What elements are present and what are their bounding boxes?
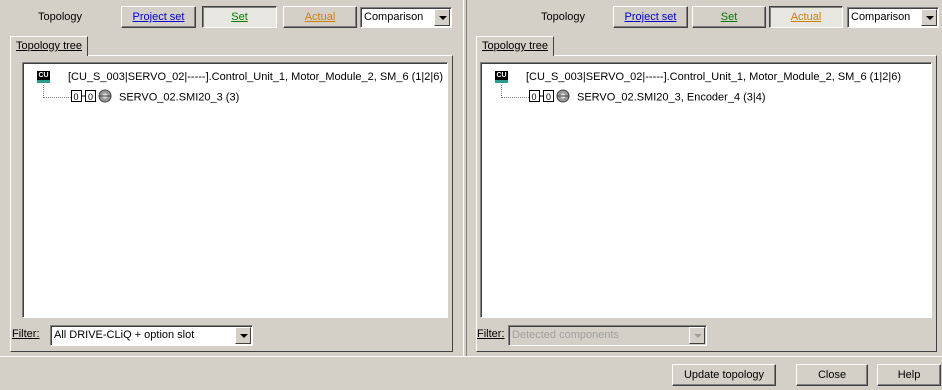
chevron-down-icon[interactable] xyxy=(689,327,705,344)
actual-button[interactable]: Actual xyxy=(769,6,843,28)
filter-value: Detected components xyxy=(512,329,620,341)
tree-node-child[interactable]: 0 0 SERVO_02.SMI20_3, Encoder_4 (3|4) xyxy=(529,89,766,105)
filter-label: Filter: xyxy=(477,328,505,340)
tab-topology-tree[interactable]: Topology tree xyxy=(10,36,89,56)
sensor-module-icon: 0 0 xyxy=(71,89,115,106)
actual-button[interactable]: Actual xyxy=(283,6,357,28)
filter-value: All DRIVE-CLiQ + option slot xyxy=(54,329,195,341)
left-toolbar: Topology Project set Set Actual Comparis… xyxy=(0,0,463,34)
tree-connector xyxy=(501,97,529,99)
tree-node-root-label: [CU_S_003|SERVO_02|-----].Control_Unit_1… xyxy=(526,71,902,83)
view-mode-value: Comparison xyxy=(364,11,424,23)
left-topology-tree[interactable]: CU [CU_S_003|SERVO_02|-----].Control_Unit… xyxy=(22,62,448,318)
help-button[interactable]: Help xyxy=(877,364,941,386)
svg-text:0: 0 xyxy=(74,92,79,102)
chevron-down-icon[interactable] xyxy=(921,9,937,26)
filter-select[interactable]: All DRIVE-CLiQ + option slot xyxy=(50,325,253,346)
tab-topology-tree[interactable]: Topology tree xyxy=(476,36,555,56)
left-topology-pane: Topology Project set Set Actual Comparis… xyxy=(0,0,463,356)
chevron-down-icon[interactable] xyxy=(235,327,251,344)
set-button[interactable]: Set xyxy=(202,6,277,28)
view-mode-select[interactable]: Comparison xyxy=(360,7,452,28)
right-topology-pane: Topology Project set Set Actual Comparis… xyxy=(467,0,942,356)
tree-node-root[interactable]: CU [CU_S_003|SERVO_02|-----].Control_Unit… xyxy=(37,71,443,85)
tree-node-child-label: SERVO_02.SMI20_3 (3) xyxy=(119,91,240,104)
svg-text:0: 0 xyxy=(532,92,537,102)
topology-label: Topology xyxy=(38,11,83,23)
view-mode-value: Comparison xyxy=(851,11,911,23)
right-toolbar: Topology Project set Set Actual Comparis… xyxy=(467,0,942,34)
tree-connector xyxy=(43,97,71,99)
topology-label: Topology xyxy=(541,11,586,23)
tree-node-child-label: SERVO_02.SMI20_3, Encoder_4 (3|4) xyxy=(577,91,766,104)
tree-node-child[interactable]: 0 0 SERVO_02.SMI20_3 (3) xyxy=(71,89,239,105)
tree-node-root[interactable]: CU [CU_S_003|SERVO_02|-----].Control_Unit… xyxy=(495,71,901,85)
tree-node-root-label: [CU_S_003|SERVO_02|-----].Control_Unit_1… xyxy=(68,71,444,83)
control-unit-icon: CU xyxy=(495,71,508,84)
view-mode-select[interactable]: Comparison xyxy=(847,7,939,28)
set-button[interactable]: Set xyxy=(692,6,766,28)
update-topology-button[interactable]: Update topology xyxy=(672,364,776,386)
project-set-button[interactable]: Project set xyxy=(121,6,196,28)
svg-text:0: 0 xyxy=(546,92,551,102)
filter-label: Filter: xyxy=(12,328,40,340)
dialog-footer: Update topology Close Help xyxy=(0,356,942,390)
chevron-down-icon[interactable] xyxy=(434,9,450,26)
svg-text:0: 0 xyxy=(88,92,93,102)
filter-select[interactable]: Detected components xyxy=(508,325,707,346)
right-topology-tree[interactable]: CU [CU_S_003|SERVO_02|-----].Control_Unit… xyxy=(480,62,932,318)
close-button[interactable]: Close xyxy=(796,364,868,386)
project-set-button[interactable]: Project set xyxy=(613,6,688,28)
sensor-module-icon: 0 0 xyxy=(529,89,573,106)
control-unit-icon: CU xyxy=(37,71,50,84)
